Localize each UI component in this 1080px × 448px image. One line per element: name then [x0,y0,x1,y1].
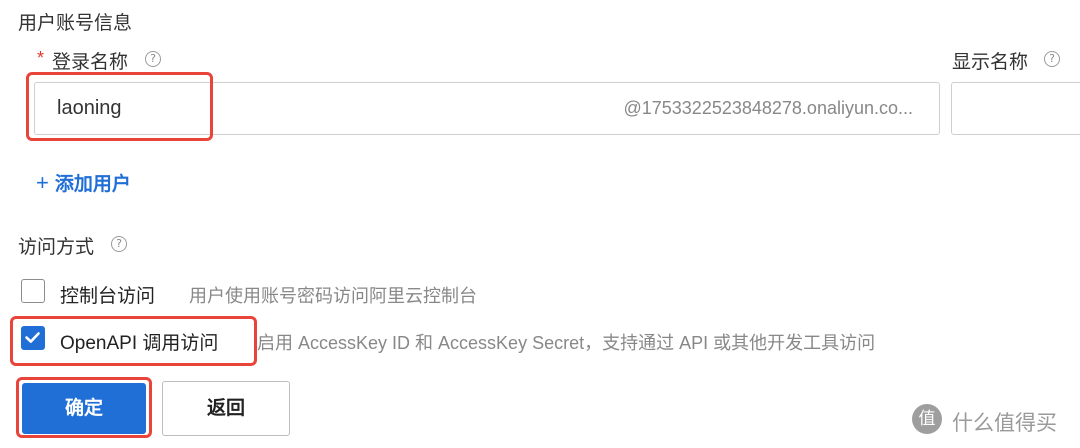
add-user-label: 添加用户 [54,174,131,195]
login-name-label: 登录名称 [52,52,129,73]
section-title: 用户账号信息 [18,13,133,34]
console-access-desc: 用户使用账号密码访问阿里云控制台 [189,286,477,306]
openapi-access-desc: 启用 AccessKey ID 和 AccessKey Secret，支持通过 … [257,333,876,353]
add-user-button[interactable]: + 添加用户 [36,169,131,196]
console-access-label[interactable]: 控制台访问 [60,281,155,308]
console-access-checkbox[interactable] [21,279,45,303]
plus-icon: + [36,170,49,195]
checkmark-icon [25,332,40,343]
watermark-text: 什么值得买 [952,412,1057,435]
login-name-input[interactable]: laoning @1753322523848278.onaliyun.co... [34,82,940,135]
required-mark: * [37,48,45,68]
confirm-button[interactable]: 确定 [22,383,146,434]
display-name-input[interactable] [951,82,1080,135]
watermark-badge-icon: 值 [912,404,942,434]
back-button[interactable]: 返回 [162,381,290,436]
login-name-value: laoning [57,97,122,119]
openapi-access-checkbox[interactable] [21,326,45,350]
display-name-help-icon[interactable]: ? [1044,51,1060,67]
access-method-title: 访问方式 [18,237,95,258]
openapi-access-label[interactable]: OpenAPI 调用访问 [60,328,218,355]
login-name-domain-suffix: @1753322523848278.onaliyun.co... [623,98,913,118]
login-name-help-icon[interactable]: ? [145,51,161,67]
display-name-label: 显示名称 [952,52,1029,73]
access-method-help-icon[interactable]: ? [111,236,127,252]
